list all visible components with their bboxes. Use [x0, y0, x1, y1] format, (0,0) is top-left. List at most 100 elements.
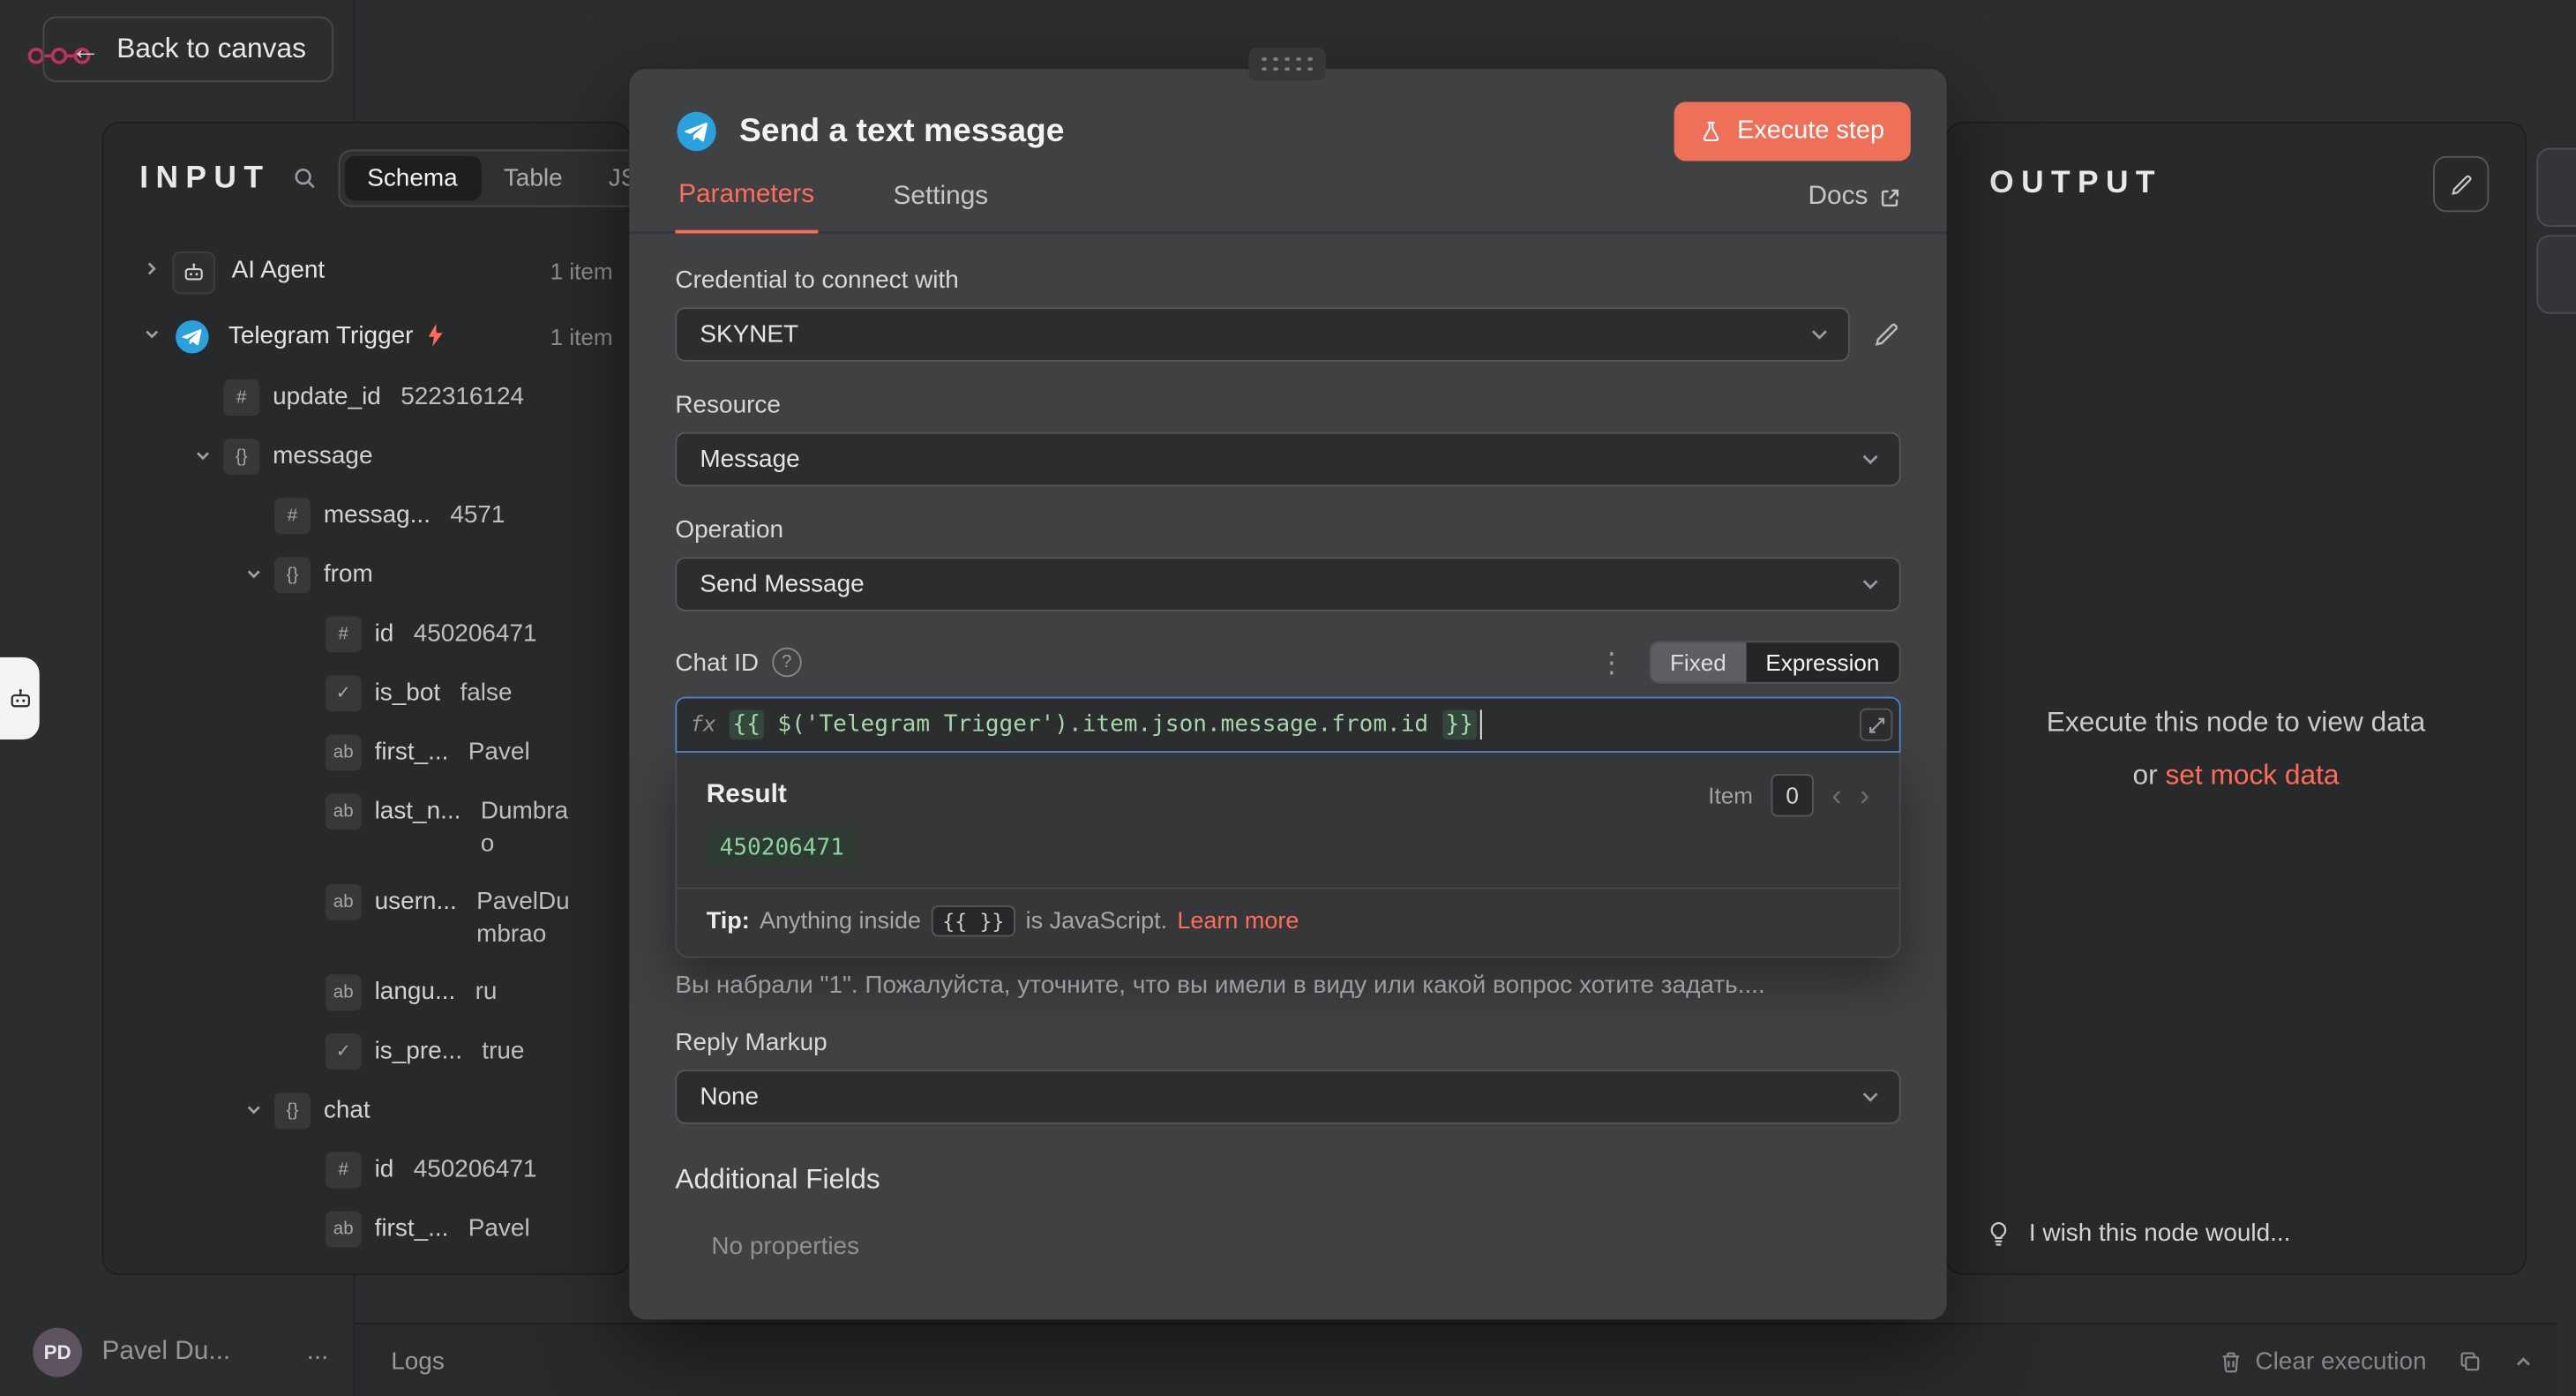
chevron-down-icon [1810, 328, 1828, 340]
boolean-type-icon: ✓ [326, 1033, 362, 1070]
expand-expression-icon[interactable] [1860, 709, 1892, 741]
back-to-canvas-button[interactable]: ← Back to canvas [42, 17, 333, 82]
tip-text: is JavaScript. [1026, 908, 1168, 934]
logs-panel-toggle[interactable]: Logs [391, 1347, 445, 1376]
operation-select[interactable]: Send Message [675, 557, 1900, 611]
expression-close-brace: }} [1442, 709, 1477, 739]
reply-markup-select[interactable]: None [675, 1070, 1900, 1123]
user-options-icon[interactable]: ... [307, 1338, 329, 1368]
clear-execution-button[interactable]: Clear execution [2219, 1347, 2426, 1376]
string-type-icon: ab [326, 793, 362, 829]
object-type-icon: {} [223, 439, 259, 475]
reply-markup-value: None [700, 1083, 759, 1111]
schema-tree: AI Agent 1 item Telegram Trigger [103, 223, 629, 1258]
tree-row-object[interactable]: {} message [116, 427, 629, 486]
parameter-options-icon[interactable]: ⋮ [1598, 649, 1626, 677]
chevron-down-icon[interactable] [232, 1092, 274, 1119]
tree-row-field[interactable]: # messag... 4571 [116, 486, 629, 545]
tree-row-field[interactable]: ✓ is_bot false [116, 664, 629, 723]
tree-key: first_... [375, 1211, 449, 1245]
tree-row-field[interactable]: ab langu... ru [116, 963, 629, 1022]
tree-row-field[interactable]: # id 450206471 [116, 1140, 629, 1199]
resource-select[interactable]: Message [675, 432, 1900, 486]
telegram-icon [675, 110, 717, 153]
tip-text: Anything inside [760, 908, 921, 934]
chevron-down-icon[interactable] [232, 557, 274, 583]
tree-row-object[interactable]: {} from [116, 545, 629, 604]
resource-value: Message [700, 446, 799, 474]
string-type-icon: ab [326, 1211, 362, 1247]
output-title: OUTPUT [1989, 166, 2162, 202]
chevron-down-icon[interactable] [181, 439, 223, 465]
tree-row-field[interactable]: ab last_n... Dumbrao [116, 782, 629, 872]
tree-row-field[interactable]: ✓ is_pre... true [116, 1022, 629, 1081]
modal-drag-handle[interactable] [1248, 48, 1326, 80]
additional-fields-heading: Additional Fields [675, 1163, 1900, 1196]
fx-icon: fx [677, 712, 730, 737]
tab-schema[interactable]: Schema [344, 156, 481, 200]
tree-row-telegram-trigger[interactable]: Telegram Trigger 1 item [116, 305, 629, 368]
object-type-icon: {} [274, 557, 311, 593]
node-label: AI Agent [232, 251, 326, 288]
docs-label: Docs [1808, 183, 1868, 213]
docs-link[interactable]: Docs [1808, 183, 1900, 232]
string-type-icon: ab [326, 974, 362, 1010]
tree-value: false [460, 675, 573, 709]
telegram-icon [173, 317, 213, 357]
tree-value: PavelDumbrao [476, 884, 573, 951]
search-icon[interactable] [292, 166, 317, 191]
result-title: Result [707, 781, 787, 811]
tree-key: langu... [375, 974, 456, 1009]
tree-row-object[interactable]: {} chat [116, 1081, 629, 1140]
text-cursor [1479, 709, 1482, 739]
tree-row-ai-agent[interactable]: AI Agent 1 item [116, 240, 629, 305]
credential-select[interactable]: SKYNET [675, 307, 1850, 361]
help-icon[interactable]: ? [772, 648, 802, 678]
tree-row-field[interactable]: # update_id 522316124 [116, 368, 629, 427]
next-item-icon[interactable]: › [1860, 781, 1869, 811]
chat-assistant-tab[interactable] [0, 657, 40, 739]
toggle-fixed[interactable]: Fixed [1651, 642, 1746, 682]
edit-output-button[interactable] [2433, 156, 2489, 212]
node-label: Telegram Trigger [228, 317, 414, 353]
ai-agent-icon [173, 251, 215, 294]
item-label: Item [1708, 782, 1753, 808]
item-index[interactable]: 0 [1771, 774, 1814, 816]
chat-id-label: Chat ID [675, 649, 759, 677]
tree-value: Dumbrao [481, 793, 573, 860]
tree-value: 4571 [450, 498, 573, 532]
collapse-panel-icon[interactable] [2513, 1352, 2533, 1371]
input-panel: INPUT Schema Table JSON [103, 124, 629, 1274]
item-count: 1 item [550, 317, 613, 353]
toggle-expression[interactable]: Expression [1746, 642, 1899, 682]
tree-row-field[interactable]: # id 450206471 [116, 604, 629, 664]
logs-bar-actions: Clear execution [2219, 1347, 2533, 1376]
tree-value: ru [476, 974, 573, 1009]
n8n-node-detail-view: ← Back to canvas Logs Clear execution [0, 0, 2576, 1396]
learn-more-link[interactable]: Learn more [1177, 908, 1299, 934]
tree-row-field[interactable]: ab first_... Pavel [116, 723, 629, 782]
previous-item-icon[interactable]: ‹ [1831, 781, 1841, 811]
tab-parameters[interactable]: Parameters [675, 181, 817, 234]
tab-json[interactable]: JSON [586, 156, 630, 200]
chevron-down-icon [1861, 454, 1879, 465]
clear-execution-label: Clear execution [2255, 1347, 2426, 1376]
user-menu[interactable]: PD Pavel Du... ... [33, 1328, 328, 1377]
chat-id-expression-input[interactable]: fx {{ $('Telegram Trigger').item.json.me… [675, 697, 1900, 753]
tree-key: is_pre... [375, 1033, 462, 1068]
set-mock-data-link[interactable]: set mock data [2165, 759, 2339, 790]
tree-row-field[interactable]: ab first_... Pavel [116, 1199, 629, 1258]
empty-state-line1: Execute this node to view data [1947, 707, 2526, 739]
tree-row-field[interactable]: ab usern... PavelDumbrao [116, 873, 629, 963]
resource-label: Resource [675, 391, 1900, 419]
node-feedback-button[interactable]: I wish this node would... [1986, 1220, 2290, 1248]
chevron-right-icon[interactable] [130, 251, 172, 278]
pop-out-icon[interactable] [2460, 1351, 2481, 1372]
execute-step-button[interactable]: Execute step [1674, 101, 1910, 161]
chevron-down-icon[interactable] [130, 317, 172, 343]
tree-value: Pavel [468, 734, 573, 769]
tree-key: from [324, 557, 373, 591]
tab-settings[interactable]: Settings [890, 183, 992, 232]
edit-credential-icon[interactable] [1873, 320, 1901, 349]
tab-table[interactable]: Table [481, 156, 586, 200]
